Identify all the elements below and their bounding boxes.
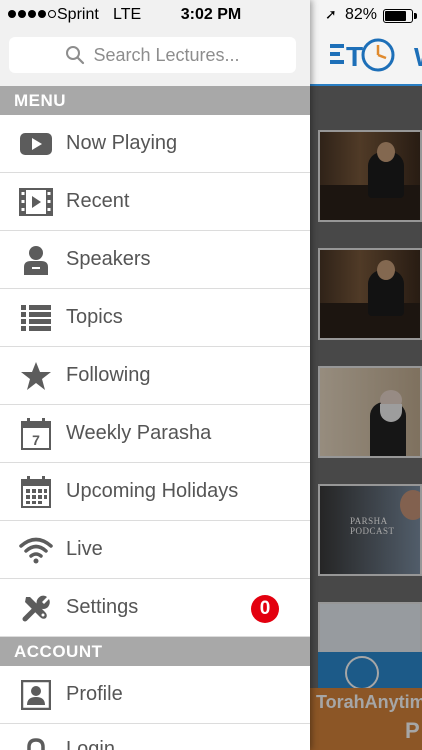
film-strip-icon [0, 187, 66, 216]
menu-item-label: Upcoming Holidays [66, 480, 239, 502]
menu-item-label: Live [66, 538, 103, 560]
menu-item-label: Following [66, 364, 151, 386]
star-icon [0, 361, 66, 391]
person-icon [0, 245, 66, 275]
menu-item-topics[interactable]: Topics [0, 289, 310, 347]
menu-item-label: Recent [66, 190, 130, 212]
section-header-menu: MENU [0, 86, 310, 115]
calendar-day-icon: 7 [0, 417, 66, 450]
tools-icon [0, 593, 66, 623]
battery-percent: 82% [345, 6, 378, 23]
wifi-icon [0, 536, 66, 564]
menu-item-now-playing[interactable]: Now Playing [0, 115, 310, 173]
menu-item-label: Now Playing [66, 132, 178, 154]
menu-item-speakers[interactable]: Speakers [0, 231, 310, 289]
status-bar: Sprint LTE 3:02 PM ➚ 82% [0, 0, 422, 30]
menu-item-live[interactable]: Live [0, 521, 310, 579]
battery-icon [383, 9, 417, 23]
search-placeholder: Search Lectures... [93, 44, 240, 65]
menu-item-upcoming-holidays[interactable]: Upcoming Holidays [0, 463, 310, 521]
search-input[interactable]: Search Lectures... [9, 37, 296, 73]
profile-card-icon [0, 679, 66, 710]
menu-item-recent[interactable]: Recent [0, 173, 310, 231]
search-icon [66, 46, 85, 65]
menu-item-label: Speakers [66, 248, 151, 270]
location-arrow-icon: ➚ [325, 6, 337, 22]
menu-item-label: Login [66, 738, 115, 750]
menu-item-profile[interactable]: Profile [0, 666, 310, 724]
list-icon [0, 304, 66, 331]
lock-icon [0, 738, 66, 750]
background-brand-letter: W [414, 42, 422, 73]
play-video-icon [0, 132, 66, 156]
menu-item-following[interactable]: Following [0, 347, 310, 405]
menu-item-login[interactable]: Login [0, 724, 310, 750]
svg-text:T: T [346, 41, 363, 72]
torahanytime-logo-icon: T [330, 38, 395, 72]
menu-item-weekly-parasha[interactable]: 7 Weekly Parasha [0, 405, 310, 463]
side-menu-drawer: Search Lectures... MENU Now Playing Rece… [0, 0, 310, 750]
menu-item-label: Profile [66, 683, 123, 705]
menu-item-settings[interactable]: Settings 0 [0, 579, 310, 637]
calendar-grid-icon [0, 475, 66, 508]
calendar-day-number: 7 [32, 432, 40, 448]
menu-item-label: Weekly Parasha [66, 422, 212, 444]
menu-item-label: Topics [66, 306, 123, 328]
notification-badge: 0 [251, 595, 279, 623]
drawer-overlay[interactable] [310, 86, 422, 750]
section-header-account: ACCOUNT [0, 637, 310, 666]
menu-item-label: Settings [66, 596, 139, 618]
